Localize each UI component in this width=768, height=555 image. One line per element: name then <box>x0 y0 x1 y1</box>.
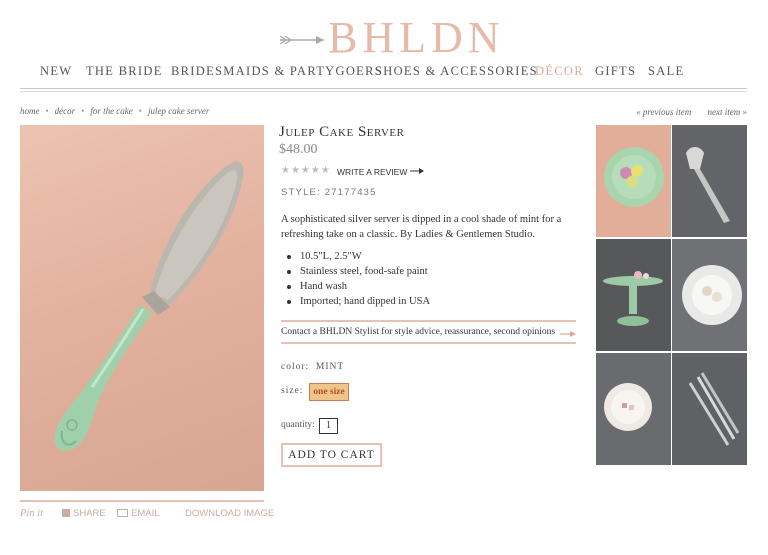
logo-text: BHLDN <box>328 13 505 62</box>
breadcrumb-separator: • <box>138 106 142 116</box>
previous-item-link[interactable]: « previous item <box>636 107 691 117</box>
quantity-input[interactable]: 1 <box>319 418 338 434</box>
facebook-icon <box>62 509 70 517</box>
contact-arrow-icon <box>560 331 576 337</box>
thumbnail-scalloped-plate[interactable] <box>596 353 671 465</box>
contact-divider <box>281 342 576 344</box>
add-to-cart-button[interactable]: ADD TO CART <box>281 443 382 467</box>
nav-divider <box>20 88 747 89</box>
contact-stylist-link[interactable]: Contact a BHLDN Stylist for style advice… <box>281 327 555 337</box>
main-nav: NEW THE BRIDE BRIDESMAIDS & PARTYGOERS S… <box>20 62 747 80</box>
nav-divider-secondary <box>20 91 747 92</box>
thumbnail-server-gray[interactable] <box>672 125 747 237</box>
nav-item-the-bride[interactable]: THE BRIDE <box>86 64 163 79</box>
thumbnail-image <box>596 353 671 465</box>
product-price: $48.00 <box>279 142 318 157</box>
contact-divider <box>281 320 576 322</box>
nav-item-sale[interactable]: SALE <box>648 64 684 79</box>
feature-item: 10.5"L, 2.5"W <box>281 249 571 264</box>
download-image-link[interactable]: DOWNLOAD IMAGE <box>185 508 274 519</box>
email-button[interactable]: EMAIL <box>117 508 160 519</box>
rating-stars: ★★★★★ <box>281 165 331 176</box>
arrow-right-icon <box>409 168 424 174</box>
thumbnail-image <box>596 239 671 351</box>
thumbnail-image <box>672 353 747 465</box>
thumbnail-image <box>672 125 747 237</box>
breadcrumb-separator: • <box>81 106 85 116</box>
thumbnail-macarons-plate[interactable] <box>596 125 671 237</box>
size-option-one-size[interactable]: one size <box>309 383 349 401</box>
product-main-image[interactable] <box>20 125 264 491</box>
breadcrumb-separator: • <box>45 106 49 116</box>
thumbnail-white-plates[interactable] <box>672 239 747 351</box>
share-divider <box>20 500 264 502</box>
breadcrumb-current: julep cake server <box>147 106 210 116</box>
share-label: SHARE <box>73 508 106 519</box>
logo-arrow-icon <box>279 35 324 45</box>
quantity-label: quantity: <box>281 420 315 430</box>
thumbnail-image <box>596 125 671 237</box>
color-selector: color: MINT <box>281 362 344 372</box>
pin-it-button[interactable]: Pin it <box>20 508 43 519</box>
feature-item: Stainless steel, food-safe paint <box>281 264 571 279</box>
thumbnail-forks[interactable] <box>672 353 747 465</box>
nav-item-decor[interactable]: DÉCOR <box>535 64 584 79</box>
nav-item-bridesmaids[interactable]: BRIDESMAIDS & PARTYGOERS <box>171 64 383 79</box>
style-number: STYLE: 27177435 <box>281 187 377 198</box>
product-description: A sophisticated silver server is dipped … <box>281 214 562 240</box>
nav-item-shoes-accessories[interactable]: SHOES & ACCESSORIES <box>375 64 538 79</box>
feature-item: Hand wash <box>281 279 571 294</box>
thumbnail-image <box>672 239 747 351</box>
breadcrumb-home[interactable]: home <box>20 106 40 116</box>
breadcrumb-decor[interactable]: décor <box>55 106 76 116</box>
email-label: EMAIL <box>131 508 160 519</box>
product-title: Julep Cake Server <box>279 124 405 140</box>
cake-server-illustration <box>54 161 244 451</box>
nav-item-new[interactable]: NEW <box>40 64 72 79</box>
color-value: MINT <box>315 362 345 372</box>
write-review-link[interactable]: WRITE A REVIEW <box>337 167 424 177</box>
nav-item-gifts[interactable]: GIFTS <box>595 64 636 79</box>
breadcrumb: home • décor • for the cake • julep cake serve… <box>20 106 209 116</box>
feature-list: 10.5"L, 2.5"W Stainless steel, food-safe… <box>281 249 571 309</box>
color-label: color: <box>281 362 310 372</box>
brand-logo[interactable]: BHLDN <box>278 14 500 62</box>
share-button[interactable]: SHARE <box>62 508 106 519</box>
breadcrumb-for-the-cake[interactable]: for the cake <box>90 106 132 116</box>
thumbnail-cake-stand[interactable] <box>596 239 671 351</box>
size-label: size: <box>281 386 304 396</box>
item-pager: « previous item next item » <box>622 107 747 117</box>
email-icon <box>117 509 128 517</box>
next-item-link[interactable]: next item » <box>708 107 748 117</box>
write-review-label: WRITE A REVIEW <box>337 167 408 177</box>
feature-item: Imported; hand dipped in USA <box>281 294 571 309</box>
